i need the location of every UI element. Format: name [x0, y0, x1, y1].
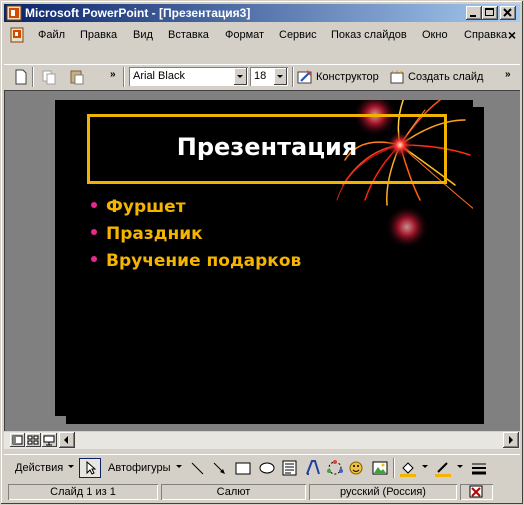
line-color-icon[interactable] [434, 459, 452, 477]
slideshow-view-button[interactable] [42, 433, 57, 447]
scroll-left-button[interactable] [59, 432, 75, 448]
normal-view-icon [12, 435, 23, 445]
slide-title: Презентация [176, 133, 358, 161]
window-title: Microsoft PowerPoint - [Презентация3] [25, 6, 251, 20]
list-item: Праздник [91, 221, 301, 248]
menu-file[interactable]: Файл [38, 29, 65, 41]
rectangle-icon[interactable] [234, 459, 252, 477]
powerpoint-icon [6, 5, 22, 21]
insert-picture-icon[interactable] [371, 459, 389, 477]
font-name-value: Arial Black [133, 70, 185, 82]
slideshow-icon [43, 435, 55, 446]
autoshapes-menu[interactable]: Автофигуры [108, 462, 171, 474]
menu-insert[interactable]: Вставка [168, 29, 209, 41]
menu-bar: Файл Правка Вид Вставка Формат Сервис По… [4, 24, 520, 46]
designer-label: Конструктор [316, 71, 379, 83]
slide-sorter-icon [27, 435, 39, 445]
chevron-down-icon[interactable] [457, 463, 464, 471]
fill-color-icon[interactable] [399, 459, 417, 477]
status-bar: Слайд 1 из 1 Салют русский (Россия) [4, 482, 520, 502]
line-icon[interactable] [189, 459, 207, 477]
minimize-button[interactable] [466, 6, 482, 20]
chevron-down-icon[interactable] [68, 463, 75, 471]
text-box-icon[interactable] [281, 459, 299, 477]
document-close-button[interactable]: × [508, 27, 516, 43]
title-placeholder[interactable]: Презентация [87, 114, 447, 184]
menu-tools[interactable]: Сервис [279, 29, 317, 41]
toolbar-separator [32, 67, 34, 87]
close-icon [503, 8, 512, 17]
slide-counter: Слайд 1 из 1 [8, 484, 158, 500]
scroll-right-button[interactable] [503, 432, 519, 448]
drawing-toolbar: Действия Автофигуры [4, 454, 520, 481]
chevron-down-icon[interactable] [234, 68, 247, 85]
toolbar-separator [123, 67, 125, 87]
select-objects-icon[interactable] [79, 458, 101, 478]
clip-art-icon[interactable] [348, 459, 366, 477]
chevron-down-icon[interactable] [274, 68, 287, 85]
maximize-icon [485, 8, 494, 16]
bullet-list[interactable]: Фуршет Праздник Вручение подарков [91, 194, 301, 275]
spelling-status[interactable] [460, 484, 493, 500]
language-indicator: русский (Россия) [309, 484, 457, 500]
bullet-text: Вручение подарков [106, 251, 302, 271]
new-slide-label: Создать слайд [408, 71, 484, 83]
toolbar-separator [292, 67, 294, 87]
arrow-icon[interactable] [211, 459, 229, 477]
minimize-icon [470, 15, 476, 17]
list-item: Вручение подарков [91, 248, 301, 275]
presentation-doc-icon[interactable] [10, 27, 24, 43]
new-document-icon[interactable] [13, 69, 29, 85]
powerpoint-window: Microsoft PowerPoint - [Презентация3] Фа… [0, 0, 524, 505]
design-template-name: Салют [161, 484, 306, 500]
designer-icon [297, 70, 312, 84]
font-size-select[interactable]: 18 [250, 67, 288, 86]
close-button[interactable] [500, 6, 516, 20]
slide-sorter-view-button[interactable] [26, 433, 41, 447]
oval-icon[interactable] [258, 459, 276, 477]
chevron-right-icon [509, 436, 513, 444]
formatting-toolbar: » Arial Black 18 Конструктор Создать сла… [4, 64, 520, 89]
bullet-dot [91, 256, 97, 262]
bullet-dot [91, 202, 97, 208]
toolbar-overflow-chevron[interactable]: » [110, 69, 115, 80]
copy-icon[interactable] [41, 69, 57, 85]
new-slide-icon [390, 70, 404, 84]
toolbar-overflow-chevron[interactable]: » [505, 69, 510, 80]
menu-help[interactable]: Справка [464, 29, 507, 41]
chevron-down-icon[interactable] [176, 463, 183, 471]
menu-format[interactable]: Формат [225, 29, 264, 41]
title-bar[interactable]: Microsoft PowerPoint - [Презентация3] [4, 4, 520, 22]
designer-button[interactable]: Конструктор [297, 65, 385, 89]
list-item: Фуршет [91, 194, 301, 221]
normal-view-button[interactable] [10, 433, 25, 447]
line-style-icon[interactable] [470, 459, 488, 477]
chevron-down-icon[interactable] [422, 463, 429, 471]
menu-view[interactable]: Вид [133, 29, 153, 41]
menu-edit[interactable]: Правка [80, 29, 117, 41]
font-name-select[interactable]: Arial Black [129, 67, 248, 86]
bullet-text: Фуршет [106, 197, 186, 217]
bullet-text: Праздник [106, 224, 203, 244]
bullet-dot [91, 229, 97, 235]
horizontal-scrollbar[interactable] [4, 432, 520, 449]
slide-canvas[interactable]: Презентация Фуршет Праздник Вручение под… [55, 100, 473, 416]
chevron-left-icon [64, 436, 68, 444]
paste-icon[interactable] [69, 69, 85, 85]
actions-menu[interactable]: Действия [15, 462, 63, 474]
font-size-value: 18 [254, 70, 267, 82]
diagram-icon[interactable] [326, 459, 344, 477]
menu-window[interactable]: Окно [422, 29, 448, 41]
toolbar-separator [393, 458, 395, 478]
wordart-icon[interactable] [304, 459, 322, 477]
new-slide-button[interactable]: Создать слайд [389, 65, 489, 89]
maximize-button[interactable] [482, 6, 498, 20]
slide-pane[interactable]: Презентация Фуршет Праздник Вручение под… [4, 90, 520, 431]
spelling-check-icon [469, 485, 483, 498]
menu-slideshow[interactable]: Показ слайдов [331, 29, 407, 41]
